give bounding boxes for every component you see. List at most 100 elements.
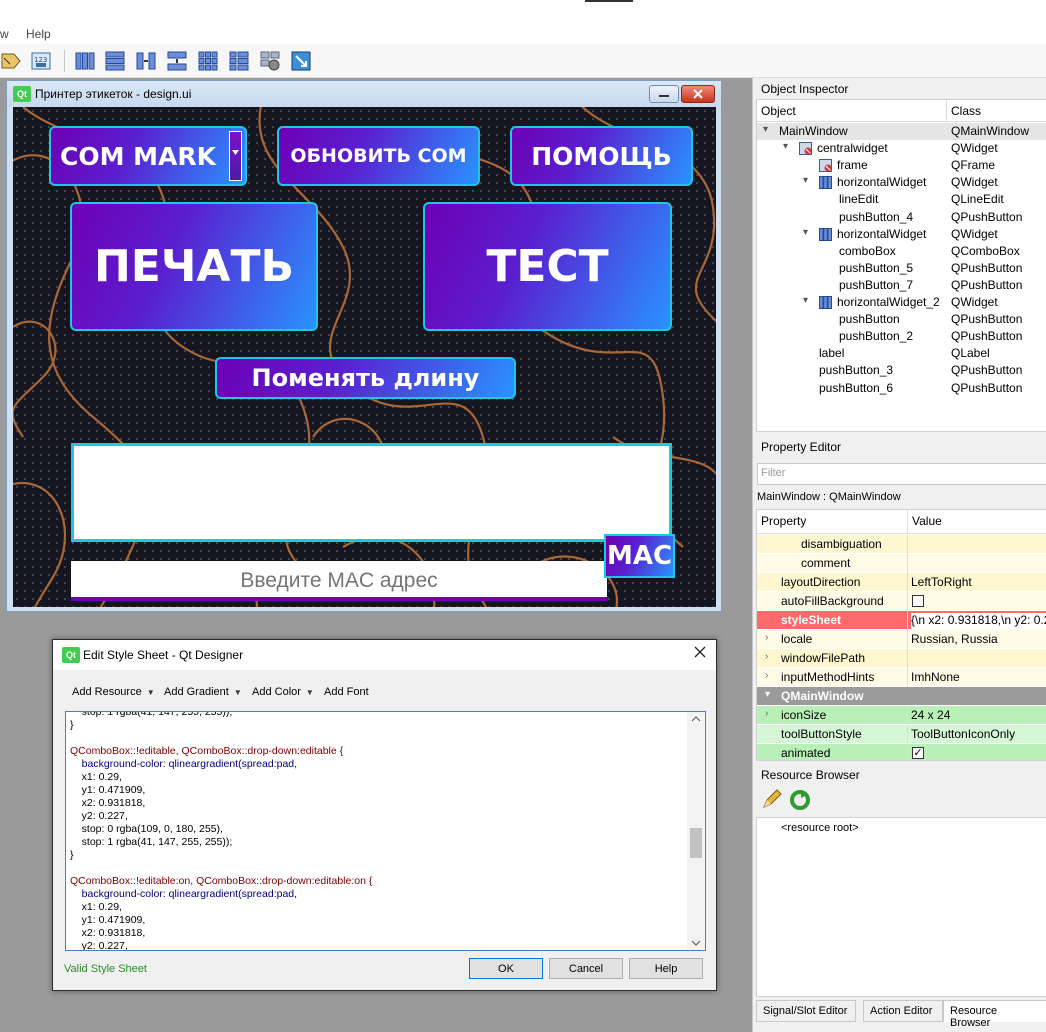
- property-value[interactable]: {\n x2: 0.931818,\n y2: 0.227: [911, 613, 1046, 630]
- property-row-stylesheet[interactable]: styleSheet {\n x2: 0.931818,\n y2: 0.227: [757, 611, 1046, 630]
- menu-help[interactable]: Help: [26, 27, 51, 41]
- property-row-autofillbackground[interactable]: autoFillBackground: [757, 592, 1046, 611]
- tree-row-pushbutton_3[interactable]: pushButton_3 QPushButton: [757, 362, 1046, 379]
- test-button[interactable]: ТЕСТ: [423, 202, 672, 331]
- menu-window[interactable]: w: [0, 27, 9, 41]
- layout-vertical-icon[interactable]: [104, 50, 126, 72]
- tree-row-horizontalwidget[interactable]: ▾ horizontalWidget QWidget: [757, 174, 1046, 191]
- checked-checkbox[interactable]: ✓: [912, 747, 924, 759]
- minimize-button[interactable]: [649, 85, 679, 103]
- expand-chevron-icon[interactable]: ▾: [765, 689, 770, 700]
- tree-row-combobox[interactable]: comboBox QComboBox: [757, 243, 1046, 260]
- edit-resources-button[interactable]: [761, 788, 783, 813]
- property-value[interactable]: [911, 537, 1046, 554]
- adjust-size-icon[interactable]: [290, 50, 312, 72]
- tab-resource-browser[interactable]: Resource Browser: [943, 1000, 1046, 1029]
- help-button[interactable]: ПОМОЩЬ: [510, 126, 693, 186]
- add-font-menu[interactable]: Add Font: [324, 686, 369, 698]
- edit-buddies-icon[interactable]: 123: [30, 50, 52, 72]
- object-column-header[interactable]: Object: [757, 100, 947, 122]
- mac-address-input[interactable]: [71, 561, 607, 601]
- tree-row-frame[interactable]: frame QFrame: [757, 157, 1046, 174]
- tree-row-pushbutton_2[interactable]: pushButton_2 QPushButton: [757, 328, 1046, 345]
- edit-tab-order-icon[interactable]: [0, 50, 22, 72]
- property-value[interactable]: 24 x 24: [911, 708, 1046, 725]
- property-value[interactable]: LeftToRight: [911, 575, 1046, 592]
- unchecked-checkbox[interactable]: [912, 595, 924, 607]
- value-column-header[interactable]: Value: [908, 510, 1046, 534]
- property-value[interactable]: [911, 651, 1046, 668]
- tree-row-centralwidget[interactable]: ▾ centralwidget QWidget: [757, 140, 1046, 157]
- property-row-toolbuttonstyle[interactable]: toolButtonStyle ToolButtonIconOnly: [757, 725, 1046, 744]
- ok-button[interactable]: OK: [469, 958, 543, 979]
- tab-action-editor[interactable]: Action Editor: [863, 1000, 943, 1022]
- object-class: QComboBox: [951, 243, 1020, 258]
- expand-chevron-icon[interactable]: ▾: [803, 295, 808, 306]
- expand-chevron-icon[interactable]: ▾: [803, 227, 808, 238]
- property-value[interactable]: ImhNone: [911, 670, 1046, 687]
- add-color-menu[interactable]: Add Color ▼: [252, 686, 314, 698]
- layout-horizontal-splitter-icon[interactable]: [135, 50, 157, 72]
- tree-row-label[interactable]: label QLabel: [757, 345, 1046, 362]
- property-row-disambiguation[interactable]: disambiguation: [757, 535, 1046, 554]
- stylesheet-editor[interactable]: stop: 1 rgba(41, 147, 255, 255));} QComb…: [65, 711, 706, 951]
- add-gradient-menu[interactable]: Add Gradient ▼: [164, 686, 242, 698]
- property-column-header[interactable]: Property: [757, 510, 908, 534]
- tree-row-mainwindow[interactable]: ▾ MainWindow QMainWindow: [757, 123, 1046, 140]
- com-combobox[interactable]: COM MARK: [49, 126, 247, 186]
- dialog-close-button[interactable]: [694, 645, 706, 663]
- editor-scrollbar[interactable]: [687, 712, 705, 950]
- expand-chevron-icon[interactable]: ›: [765, 651, 768, 662]
- dialog-help-button[interactable]: Help: [629, 958, 703, 979]
- object-name: label: [819, 346, 845, 361]
- break-layout-icon[interactable]: [259, 50, 281, 72]
- property-row-locale[interactable]: › locale Russian, Russia: [757, 630, 1046, 649]
- expand-chevron-icon[interactable]: ▾: [783, 141, 788, 152]
- close-button[interactable]: [681, 85, 715, 103]
- change-length-button[interactable]: Поменять длину: [215, 357, 516, 399]
- reload-button[interactable]: [789, 789, 811, 814]
- property-row-windowfilepath[interactable]: › windowFilePath: [757, 649, 1046, 668]
- tree-row-pushbutton_5[interactable]: pushButton_5 QPushButton: [757, 260, 1046, 277]
- property-filter-input[interactable]: Filter: [757, 463, 1046, 485]
- mac-button[interactable]: MAC: [604, 534, 675, 578]
- property-editor-title: Property Editor: [757, 437, 1046, 457]
- code-line: QComboBox::!editable, QComboBox::drop-do…: [70, 745, 344, 757]
- property-row-comment[interactable]: comment: [757, 554, 1046, 573]
- object-name: pushButton_6: [819, 380, 894, 395]
- expand-chevron-icon[interactable]: ›: [765, 670, 768, 681]
- property-name: iconSize: [781, 708, 827, 722]
- property-row-inputmethodhints[interactable]: › inputMethodHints ImhNone: [757, 668, 1046, 687]
- class-column-header[interactable]: Class: [947, 100, 1046, 122]
- property-value[interactable]: [911, 556, 1046, 573]
- tree-row-pushbutton_6[interactable]: pushButton_6 QPushButton: [757, 380, 1046, 397]
- resource-root-item[interactable]: <resource root>: [781, 822, 859, 834]
- tree-row-horizontalwidget_2[interactable]: ▾ horizontalWidget_2 QWidget: [757, 294, 1046, 311]
- property-row-qmainwindow[interactable]: ▾ QMainWindow: [757, 687, 1046, 706]
- refresh-com-button[interactable]: ОБНОВИТЬ COM: [277, 126, 480, 186]
- property-value[interactable]: Russian, Russia: [911, 632, 1046, 649]
- expand-chevron-icon[interactable]: ›: [765, 632, 768, 643]
- expand-chevron-icon[interactable]: ›: [765, 708, 768, 719]
- output-text-area[interactable]: [71, 443, 672, 542]
- layout-form-icon[interactable]: [228, 50, 250, 72]
- tree-row-pushbutton_4[interactable]: pushButton_4 QPushButton: [757, 209, 1046, 226]
- tree-row-pushbutton_7[interactable]: pushButton_7 QPushButton: [757, 277, 1046, 294]
- tab-signal-slot-editor[interactable]: Signal/Slot Editor: [756, 1000, 856, 1022]
- combobox-dropdown[interactable]: [229, 131, 242, 181]
- property-value[interactable]: ToolButtonIconOnly: [911, 727, 1046, 744]
- layout-vertical-splitter-icon[interactable]: [166, 50, 188, 72]
- print-button[interactable]: ПЕЧАТЬ: [70, 202, 318, 331]
- layout-grid-icon[interactable]: [197, 50, 219, 72]
- expand-chevron-icon[interactable]: ▾: [763, 124, 768, 135]
- expand-chevron-icon[interactable]: ▾: [803, 175, 808, 186]
- tree-row-horizontalwidget[interactable]: ▾ horizontalWidget QWidget: [757, 226, 1046, 243]
- layout-horizontal-icon[interactable]: [74, 50, 96, 72]
- add-resource-menu[interactable]: Add Resource ▼: [72, 686, 155, 698]
- property-row-iconsize[interactable]: › iconSize 24 x 24: [757, 706, 1046, 725]
- tree-row-pushbutton[interactable]: pushButton QPushButton: [757, 311, 1046, 328]
- tree-row-lineedit[interactable]: lineEdit QLineEdit: [757, 191, 1046, 208]
- property-row-animated[interactable]: animated ✓: [757, 744, 1046, 760]
- property-row-layoutdirection[interactable]: layoutDirection LeftToRight: [757, 573, 1046, 592]
- cancel-button[interactable]: Cancel: [549, 958, 623, 979]
